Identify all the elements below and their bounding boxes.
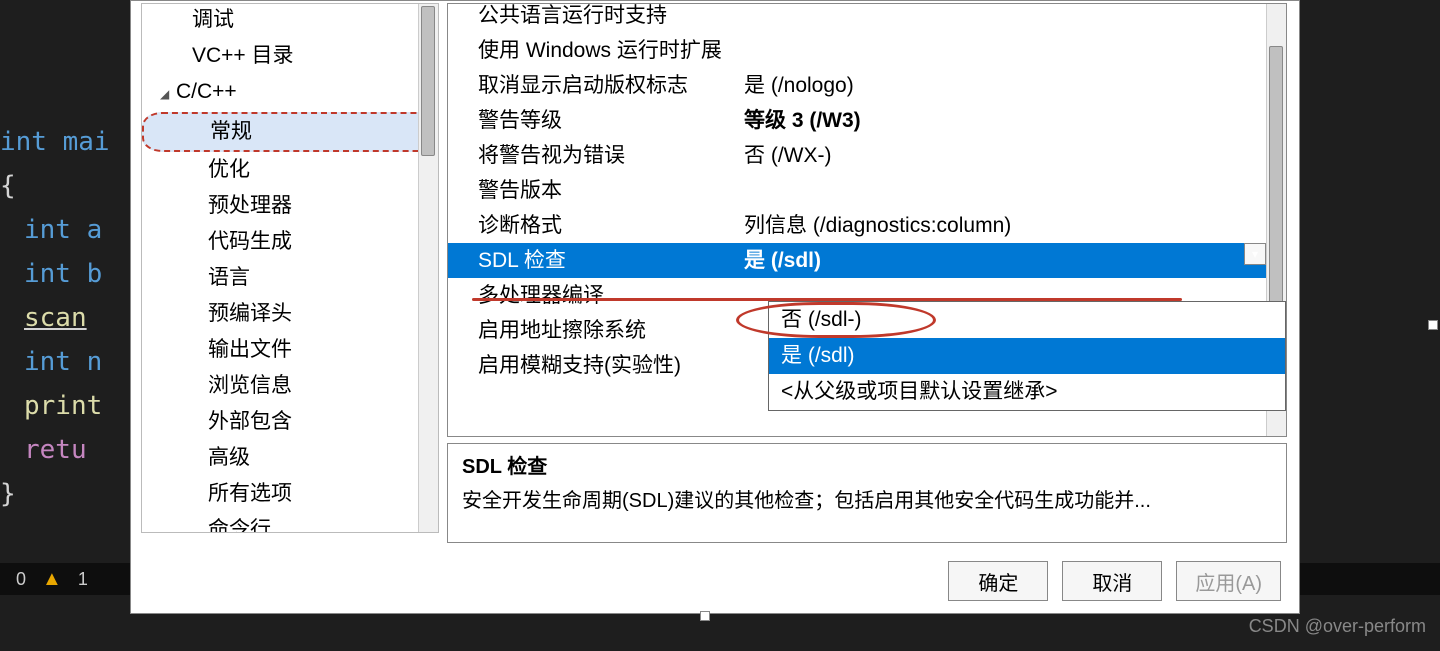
prop-value-sdl[interactable]: 是 (/sdl) bbox=[738, 243, 1266, 278]
ok-button[interactable]: 确定 bbox=[948, 561, 1048, 601]
prop-label: 启用地址擦除系统 bbox=[448, 313, 738, 348]
tree-item-ccpp[interactable]: C/C++ bbox=[142, 74, 438, 112]
tree-item-preprocessor[interactable]: 预处理器 bbox=[142, 188, 438, 224]
tree-item-precompiled[interactable]: 预编译头 bbox=[142, 296, 438, 332]
prop-value[interactable]: 否 (/WX-) bbox=[738, 138, 1266, 173]
desc-title: SDL 检查 bbox=[462, 452, 1272, 482]
tree-item-browse-info[interactable]: 浏览信息 bbox=[142, 368, 438, 404]
status-warn-count: 1 bbox=[78, 569, 88, 590]
prop-value[interactable]: 列信息 (/diagnostics:column) bbox=[738, 208, 1266, 243]
tree-item-debug[interactable]: 调试 bbox=[142, 3, 438, 38]
prop-label: SDL 检查 bbox=[448, 243, 738, 278]
dialog-buttons: 确定 取消 应用(A) bbox=[948, 561, 1281, 601]
warning-icon: ▲ bbox=[42, 568, 62, 591]
dropdown-option-inherit[interactable]: <从父级或项目默认设置继承> bbox=[769, 374, 1285, 410]
code-line: int a bbox=[24, 215, 102, 245]
dropdown-option-yes[interactable]: 是 (/sdl) bbox=[769, 338, 1285, 374]
prop-label: 公共语言运行时支持 bbox=[448, 3, 738, 33]
tree-scrollbar[interactable] bbox=[418, 4, 438, 532]
prop-row-sdl-check[interactable]: SDL 检查 是 (/sdl) ▾ bbox=[448, 243, 1266, 278]
apply-button[interactable]: 应用(A) bbox=[1176, 561, 1281, 601]
prop-label: 取消显示启动版权标志 bbox=[448, 68, 738, 103]
property-grid[interactable]: 公共语言运行时支持 使用 Windows 运行时扩展 取消显示启动版权标志是 (… bbox=[447, 3, 1287, 437]
prop-label: 警告版本 bbox=[448, 173, 738, 208]
status-zero: 0 bbox=[16, 569, 26, 590]
prop-label: 多处理器编译 bbox=[448, 278, 738, 313]
watermark: CSDN @over-perform bbox=[1249, 616, 1426, 637]
tree-item-optimization[interactable]: 优化 bbox=[142, 152, 438, 188]
prop-label: 警告等级 bbox=[448, 103, 738, 138]
code-line: retu bbox=[24, 435, 87, 465]
code-line: int mai bbox=[0, 127, 110, 157]
prop-label: 诊断格式 bbox=[448, 208, 738, 243]
tree-item-codegen[interactable]: 代码生成 bbox=[142, 224, 438, 260]
desc-body: 安全开发生命周期(SDL)建议的其他检查；包括启用其他安全代码生成功能并... bbox=[462, 486, 1272, 516]
tree-item-command-line[interactable]: 命令行 bbox=[142, 512, 438, 533]
tree-item-general[interactable]: 常规 bbox=[142, 112, 438, 152]
property-description: SDL 检查 安全开发生命周期(SDL)建议的其他检查；包括启用其他安全代码生成… bbox=[447, 443, 1287, 543]
annotation-line bbox=[472, 298, 1182, 301]
code-line: print bbox=[24, 391, 102, 421]
tree-item-language[interactable]: 语言 bbox=[142, 260, 438, 296]
tree-item-advanced[interactable]: 高级 bbox=[142, 440, 438, 476]
code-line: int n bbox=[24, 347, 102, 377]
tree-item-all-options[interactable]: 所有选项 bbox=[142, 476, 438, 512]
resize-handle-right[interactable] bbox=[1428, 320, 1438, 330]
prop-value[interactable]: 等级 3 (/W3) bbox=[738, 103, 1266, 138]
prop-label: 使用 Windows 运行时扩展 bbox=[448, 33, 738, 68]
dropdown-toggle[interactable]: ▾ bbox=[1244, 243, 1266, 265]
chevron-down-icon: ▾ bbox=[1252, 237, 1258, 272]
tree-item-output-files[interactable]: 输出文件 bbox=[142, 332, 438, 368]
tree-item-external-include[interactable]: 外部包含 bbox=[142, 404, 438, 440]
prop-value[interactable]: 是 (/nologo) bbox=[738, 68, 1266, 103]
code-background: int mai { int a int b scan int n print r… bbox=[0, 0, 140, 560]
cancel-button[interactable]: 取消 bbox=[1062, 561, 1162, 601]
code-line: scan bbox=[24, 303, 87, 333]
dropdown-option-no[interactable]: 否 (/sdl-) bbox=[769, 302, 1285, 338]
tree-item-vcpp-dirs[interactable]: VC++ 目录 bbox=[142, 38, 438, 74]
sdl-dropdown-list[interactable]: 否 (/sdl-) 是 (/sdl) <从父级或项目默认设置继承> bbox=[768, 301, 1286, 411]
config-tree-panel[interactable]: 调试 VC++ 目录 C/C++ 常规 优化 预处理器 代码生成 语言 预编译头… bbox=[141, 3, 439, 533]
prop-label: 启用模糊支持(实验性) bbox=[448, 348, 738, 383]
property-pages-dialog: 调试 VC++ 目录 C/C++ 常规 优化 预处理器 代码生成 语言 预编译头… bbox=[130, 0, 1300, 614]
resize-handle-bottom[interactable] bbox=[700, 611, 710, 621]
code-line: int b bbox=[24, 259, 102, 289]
editor-workspace: int mai { int a int b scan int n print r… bbox=[0, 0, 1440, 651]
prop-label: 将警告视为错误 bbox=[448, 138, 738, 173]
